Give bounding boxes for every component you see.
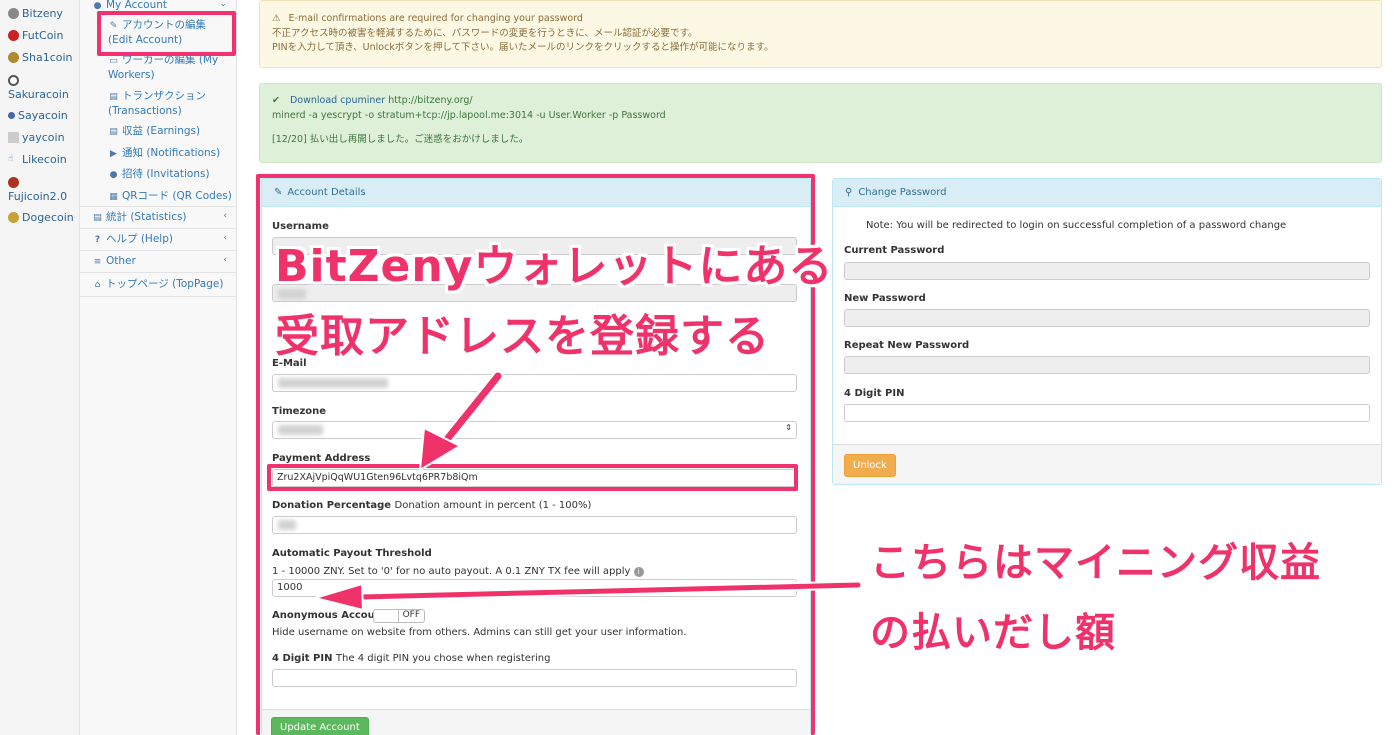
sidebar-item-earnings[interactable]: ▤ 収益 (Earnings) (80, 124, 237, 139)
sidebar-item-other[interactable]: ≡ Other ‹ (80, 254, 237, 269)
highlight-edit-account (97, 11, 236, 56)
download-cpuminer-link[interactable]: Download cpuminer (290, 95, 385, 106)
sakuracoin-icon (8, 75, 19, 86)
divider (80, 206, 237, 207)
table-icon: ▤ (109, 92, 118, 102)
coin-sakuracoin[interactable]: Sakuracoin (0, 74, 69, 101)
new-password-field (844, 309, 1370, 327)
coin-label: Sha1coin (22, 51, 73, 64)
desktop-icon: ▭ (109, 56, 118, 66)
chevron-left-icon: ‹ (223, 255, 227, 265)
warning-text: PINを入力して頂き、Unlockボタンを押して下さい。届いたメールのリンクをク… (272, 42, 774, 54)
new-password-label: New Password (844, 293, 926, 304)
bitzeny-icon (8, 8, 19, 19)
check-circle-icon: ✔ (272, 95, 280, 106)
sidebar-item-invitations[interactable]: ● 招待 (Invitations) (80, 167, 237, 182)
sha1coin-icon (8, 52, 19, 63)
sidebar-item-label: QRコード (QR Codes) (122, 190, 232, 202)
unlock-button[interactable]: Unlock (844, 454, 896, 477)
password-pin-field[interactable] (844, 404, 1370, 422)
sidebar-item-label: ワーカーの編集 (My Workers) (108, 54, 219, 82)
coin-dogecoin[interactable]: Dogecoin (0, 211, 74, 224)
coin-label: Bitzeny (22, 7, 63, 20)
coin-label: Fujicoin2.0 (8, 190, 68, 203)
bullhorn-icon: ▶ (110, 149, 117, 159)
coin-label: yaycoin (22, 131, 65, 144)
sidebar-item-label: トップページ (TopPage) (106, 278, 224, 290)
coin-list: Bitzeny FutCoin Sha1coin Sakuracoin Saya… (0, 0, 80, 735)
warning-icon: ⚠ (272, 13, 281, 24)
futcoin-icon (8, 30, 19, 41)
users-icon: ● (109, 170, 118, 180)
sidebar-item-label: 収益 (Earnings) (122, 125, 201, 137)
panel-header: ⚲ Change Password (833, 179, 1381, 207)
warning-text: 不正アクセス時の被害を軽減するために、パスワードの変更を行うときに、メール認証が… (272, 27, 698, 39)
list-icon: ≡ (93, 257, 102, 267)
chevron-left-icon: ‹ (223, 211, 227, 221)
current-password-field (844, 262, 1370, 280)
annotation-caption: 受取アドレスを登録する (275, 311, 770, 362)
download-url: http://bitzeny.org/ (388, 95, 473, 106)
sidebar-nav: ● My Account ⌄ ✎ アカウントの編集 (Edit Account) ▭ ワ… (80, 0, 237, 735)
password-warning-alert: ⚠ E-mail confirmations are required for c… (259, 0, 1382, 68)
sidebar-item-label: My Account (106, 0, 168, 11)
password-pin-label: 4 Digit PIN (844, 388, 905, 399)
sidebar-item-transactions[interactable]: ▤ トランザクション (Transactions) (80, 89, 228, 119)
coin-yaycoin[interactable]: yaycoin (0, 131, 65, 144)
question-icon: ? (94, 235, 101, 245)
coin-sayacoin[interactable]: Sayacoin (0, 109, 68, 122)
sidebar-item-statistics[interactable]: ▤ 統計 (Statistics) ‹ (80, 210, 237, 225)
sidebar-item-help[interactable]: ? ヘルプ (Help) ‹ (80, 232, 237, 247)
dogecoin-icon (8, 212, 19, 223)
yaycoin-icon (8, 132, 19, 143)
sidebar-item-label: ヘルプ (Help) (106, 233, 173, 245)
sidebar-item-label: 通知 (Notifications) (122, 147, 221, 159)
chevron-left-icon: ‹ (223, 233, 227, 243)
fujicoin-icon (8, 177, 19, 188)
highlight-payment-address (267, 464, 798, 491)
money-icon: ▤ (109, 127, 118, 137)
sidebar-item-label: 招待 (Invitations) (122, 168, 210, 180)
miner-info-alert: ✔ Download cpuminer http://bitzeny.org/ m… (259, 83, 1382, 163)
coin-label: Dogecoin (22, 211, 74, 224)
coin-label: Sakuracoin (8, 88, 69, 101)
sidebar-item-label: Other (106, 255, 136, 267)
repeat-password-field (844, 356, 1370, 374)
annotation-caption: BitZenyウォレットにある (275, 241, 834, 292)
divider (80, 272, 237, 273)
divider (80, 228, 237, 229)
current-password-label: Current Password (844, 245, 945, 256)
coin-label: Likecoin (22, 153, 67, 166)
home-icon: ⌂ (94, 280, 101, 290)
annotation-caption: の払いだし額 (870, 610, 1116, 656)
password-note: Note: You will be redirected to login on… (866, 220, 1287, 231)
miner-command: minerd -a yescrypt -o stratum+tcp://jp.l… (272, 109, 666, 121)
repeat-password-label: Repeat New Password (844, 340, 970, 351)
coin-bitzeny[interactable]: Bitzeny (0, 7, 63, 20)
coin-sha1coin[interactable]: Sha1coin (0, 51, 73, 64)
annotation-caption: こちらはマイニング収益 (870, 540, 1321, 586)
coin-futcoin[interactable]: FutCoin (0, 29, 63, 42)
payout-notice: [12/20] 払い出し再開しました。ご迷惑をおかけしました。 (272, 134, 529, 146)
divider (80, 296, 237, 297)
warning-title: ⚠ E-mail confirmations are required for c… (272, 13, 583, 24)
coin-label: FutCoin (22, 29, 64, 42)
qrcode-icon: ▦ (109, 192, 118, 202)
sidebar-item-qrcodes[interactable]: ▦ QRコード (QR Codes) (80, 189, 237, 204)
sidebar-item-notifications[interactable]: ▶ 通知 (Notifications) (80, 146, 237, 161)
sayacoin-icon (8, 112, 15, 119)
divider (80, 250, 237, 251)
thumbs-up-icon: ☝ (8, 154, 14, 164)
chevron-down-icon: ⌄ (219, 0, 227, 9)
coin-likecoin[interactable]: ☝ Likecoin (0, 153, 67, 166)
sidebar-item-label: 統計 (Statistics) (106, 211, 187, 223)
chart-icon: ▤ (93, 213, 102, 223)
sidebar-item-toppage[interactable]: ⌂ トップページ (TopPage) (80, 277, 237, 292)
coin-fujicoin[interactable]: Fujicoin2.0 (0, 176, 67, 203)
coin-label: Sayacoin (18, 109, 68, 122)
sidebar-item-workers[interactable]: ▭ ワーカーの編集 (My Workers) (80, 53, 228, 83)
key-icon: ⚲ (845, 187, 853, 198)
sidebar-item-label: トランザクション (Transactions) (108, 90, 206, 118)
panel-footer (833, 444, 1381, 484)
